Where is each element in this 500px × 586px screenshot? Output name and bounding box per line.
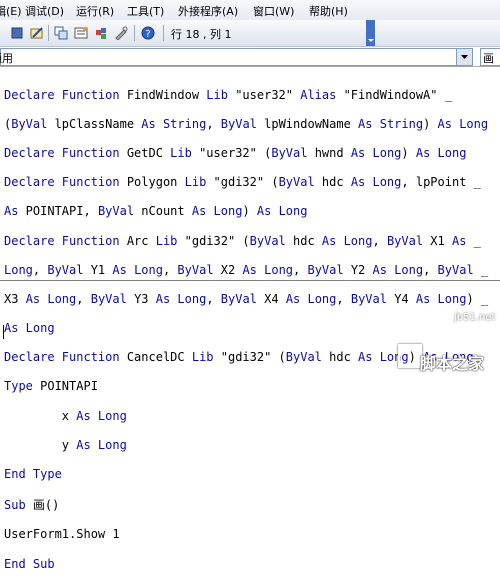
watermark-site: jb51.net (454, 312, 496, 323)
toolbar-separator (163, 25, 164, 41)
toolbar-options-button[interactable] (366, 20, 375, 46)
standard-toolbar: ? 行 18 , 列 1 (0, 20, 500, 47)
menu-edit[interactable]: 编辑(E) (0, 3, 22, 19)
svg-text:?: ? (145, 29, 150, 40)
procedure-dropdown[interactable]: 画 (480, 48, 500, 66)
text-caret (3, 325, 4, 339)
properties-window-icon[interactable] (74, 26, 88, 40)
cursor-position-label: 行 18 , 列 1 (171, 28, 232, 41)
code-line: End Type (4, 467, 62, 482)
object-dropdown-value: 通用 (0, 52, 13, 65)
object-dropdown-button[interactable] (456, 48, 473, 66)
watermark-brand: 脚本之家 (420, 354, 485, 373)
toolbox-icon[interactable] (114, 26, 128, 40)
code-line: Long, ByVal Y1 As Long, ByVal X2 As Long… (4, 262, 489, 277)
procedure-dropdown-value: 画 (483, 52, 494, 65)
code-line: Declare Function GetDC Lib "user32" (ByV… (4, 145, 467, 160)
code-line: (ByVal lpClassName As String, ByVal lpWi… (4, 116, 489, 131)
chevron-down-icon (461, 55, 468, 59)
menu-debug[interactable]: 调试(D) (25, 3, 64, 19)
code-line: Sub 画() (4, 498, 60, 513)
code-line: x As Long (4, 408, 127, 423)
code-line: Declare Function FindWindow Lib "user32"… (4, 87, 452, 102)
design-mode-icon[interactable] (30, 26, 44, 40)
code-line: End Sub (4, 556, 55, 571)
menu-tools[interactable]: 工具(T) (127, 3, 164, 19)
object-dropdown[interactable]: 通用 (0, 48, 457, 66)
code-line: y As Long (4, 437, 127, 452)
procedure-separator (0, 280, 500, 281)
menu-run[interactable]: 运行(R) (76, 3, 114, 19)
code-line: UserForm1.Show 1 (4, 527, 120, 542)
code-editor[interactable]: Declare Function FindWindow Lib "user32"… (4, 73, 488, 586)
object-browser-icon[interactable] (94, 26, 108, 40)
stop-icon[interactable] (10, 26, 24, 40)
code-line: Declare Function Polygon Lib "gdi32" (By… (4, 175, 481, 190)
toolbar-separator (48, 25, 49, 41)
code-line: As POINTAPI, ByVal nCount As Long) As Lo… (4, 204, 308, 219)
code-line: As Long (4, 321, 55, 336)
menu-help[interactable]: 帮助(H) (309, 3, 348, 19)
menu-bar: 编辑(E) 调试(D) 运行(R) 工具(T) 外接程序(A) 窗口(W) 帮助… (0, 0, 500, 20)
help-icon[interactable]: ? (141, 26, 155, 40)
watermark-logo-icon (398, 344, 422, 368)
menu-addins[interactable]: 外接程序(A) (178, 3, 238, 19)
toolbar-separator (134, 25, 135, 41)
code-line: Declare Function Arc Lib "gdi32" (ByVal … (4, 233, 481, 248)
menu-window[interactable]: 窗口(W) (253, 3, 294, 19)
code-line: Type POINTAPI (4, 379, 98, 394)
code-line: X3 As Long, ByVal Y3 As Long, ByVal X4 A… (4, 291, 489, 306)
project-explorer-icon[interactable] (54, 26, 68, 40)
code-window-header: 通用 画 (0, 47, 500, 67)
